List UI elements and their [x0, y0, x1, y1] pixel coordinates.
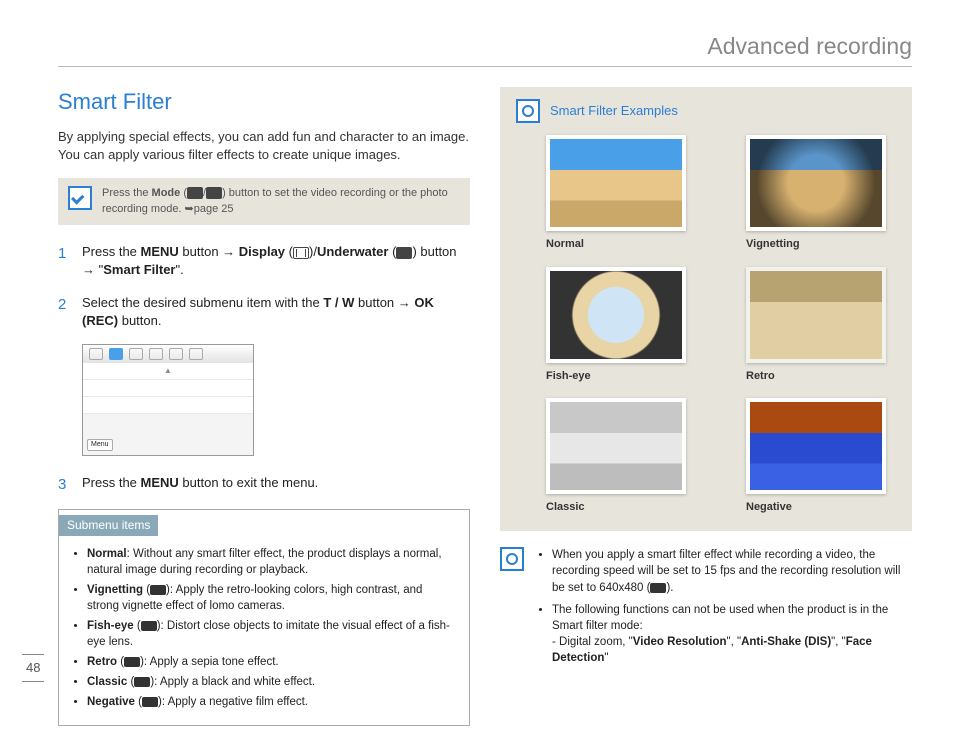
example-caption: Negative	[746, 500, 886, 515]
menu-row: ▲	[83, 363, 253, 380]
submenu-items-box: Submenu items Normal: Without any smart …	[58, 509, 470, 726]
steps-list-cont: 3 Press the MENU button to exit the menu…	[58, 474, 470, 495]
magnify-icon	[516, 99, 540, 123]
filter-badge-icon	[150, 585, 166, 595]
menu-row	[83, 380, 253, 397]
submenu-item: Fish-eye (): Distort close objects to im…	[87, 618, 457, 650]
underwater-icon	[396, 247, 412, 259]
example-caption: Classic	[546, 500, 686, 515]
step-1: 1 Press the MENU button → Display ()/Und…	[58, 243, 470, 279]
example-image	[746, 398, 886, 494]
example-thumb: Classic	[546, 398, 686, 515]
example-image	[546, 135, 686, 231]
submenu-item: Vignetting (): Apply the retro-looking c…	[87, 582, 457, 614]
example-image	[546, 398, 686, 494]
footer-note-2: The following functions can not be used …	[552, 602, 912, 666]
example-caption: Vignetting	[746, 237, 886, 252]
sd-badge-icon	[650, 583, 666, 593]
display-icon	[293, 247, 309, 259]
menu-tabbar	[83, 345, 253, 364]
submenu-list: Normal: Without any smart filter effect,…	[71, 546, 457, 711]
example-image	[746, 267, 886, 363]
right-column: Smart Filter Examples Normal Vignetting Fi…	[500, 87, 912, 725]
step-number: 1	[58, 243, 72, 279]
step-3: 3 Press the MENU button to exit the menu…	[58, 474, 470, 495]
submenu-item: Negative (): Apply a negative film effec…	[87, 694, 457, 710]
menu-row	[83, 397, 253, 414]
filter-badge-icon	[142, 697, 158, 707]
example-caption: Normal	[546, 237, 686, 252]
mode-note-text: Press the Mode (/) button to set the vid…	[102, 186, 460, 217]
active-tab-icon	[109, 348, 123, 360]
section-title: Smart Filter	[58, 87, 470, 118]
footer-notes-list: When you apply a smart filter effect whi…	[534, 547, 912, 672]
example-caption: Retro	[746, 369, 886, 384]
filter-badge-icon	[141, 621, 157, 631]
footer-note: When you apply a smart filter effect whi…	[500, 547, 912, 672]
manual-page: Advanced recording Smart Filter By apply…	[0, 0, 954, 730]
examples-header: Smart Filter Examples	[516, 99, 896, 123]
footer-note-1: When you apply a smart filter effect whi…	[552, 547, 912, 595]
page-header-title: Advanced recording	[58, 30, 912, 67]
example-thumb: Negative	[746, 398, 886, 515]
step-number: 2	[58, 294, 72, 330]
examples-title: Smart Filter Examples	[550, 102, 678, 120]
submenu-header: Submenu items	[59, 515, 158, 536]
page-number: 48	[22, 654, 44, 682]
example-caption: Fish-eye	[546, 369, 686, 384]
filter-badge-icon	[124, 657, 140, 667]
two-column-layout: Smart Filter By applying special effects…	[58, 87, 912, 725]
submenu-item: Retro (): Apply a sepia tone effect.	[87, 654, 457, 670]
intro-text: By applying special effects, you can add…	[58, 128, 470, 164]
examples-box: Smart Filter Examples Normal Vignetting Fi…	[500, 87, 912, 531]
thumbnail-grid: Normal Vignetting Fish-eye Retro Classic Nega…	[516, 135, 896, 515]
example-thumb: Normal	[546, 135, 686, 252]
steps-list: 1 Press the MENU button → Display ()/Und…	[58, 243, 470, 330]
step-number: 3	[58, 474, 72, 495]
info-icon	[500, 547, 524, 571]
example-image	[546, 267, 686, 363]
checkmark-icon	[68, 186, 92, 210]
camera-menu-screenshot: ▲ Menu	[82, 344, 254, 456]
left-column: Smart Filter By applying special effects…	[58, 87, 470, 725]
filter-badge-icon	[134, 677, 150, 687]
camera-icon	[206, 187, 222, 199]
menu-button-label: Menu	[87, 439, 113, 451]
example-thumb: Fish-eye	[546, 267, 686, 384]
submenu-item: Normal: Without any smart filter effect,…	[87, 546, 457, 578]
step-2: 2 Select the desired submenu item with t…	[58, 294, 470, 330]
example-thumb: Retro	[746, 267, 886, 384]
example-image	[746, 135, 886, 231]
mode-note-box: Press the Mode (/) button to set the vid…	[58, 178, 470, 225]
submenu-item: Classic (): Apply a black and white effe…	[87, 674, 457, 690]
video-icon	[187, 187, 203, 199]
example-thumb: Vignetting	[746, 135, 886, 252]
